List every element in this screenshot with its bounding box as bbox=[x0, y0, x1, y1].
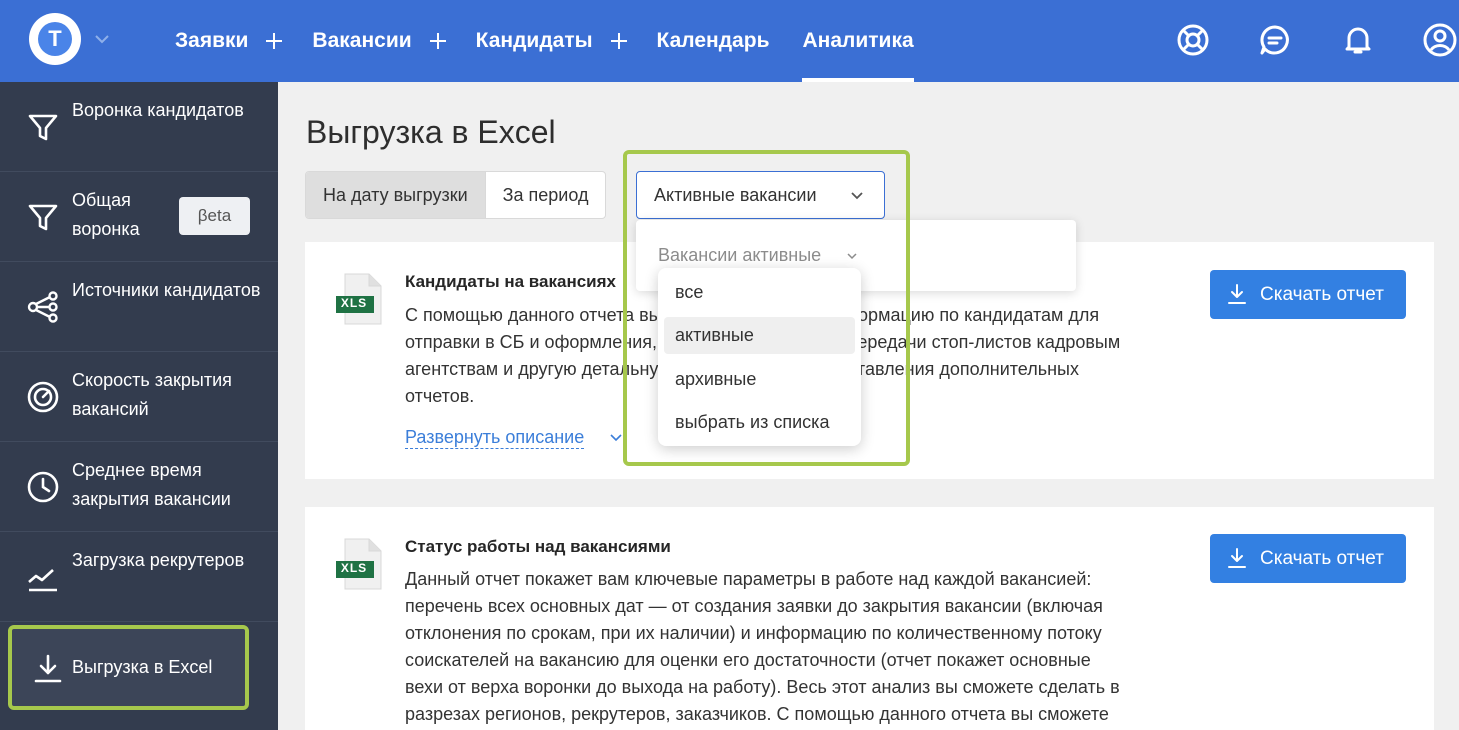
chevron-down-icon[interactable] bbox=[609, 431, 623, 445]
nav-analytics-label: Аналитика bbox=[802, 29, 914, 52]
download-icon bbox=[1228, 284, 1246, 304]
sidebar-item-excel-export[interactable]: Выгрузка в Excel bbox=[8, 625, 249, 710]
nav-requests-label: Заявки bbox=[175, 29, 249, 52]
download-button-label: Скачать отчет bbox=[1260, 283, 1384, 305]
sidebar-item-candidate-funnel[interactable]: Воронка кандидатов bbox=[0, 82, 278, 172]
card-description: Данный отчет покажет вам ключевые параме… bbox=[405, 566, 1195, 728]
app-logo[interactable]: T bbox=[29, 13, 81, 65]
download-icon bbox=[1228, 548, 1246, 568]
download-report-button[interactable]: Скачать отчет bbox=[1210, 534, 1406, 583]
sidebar-item-label: Воронка кандидатов bbox=[72, 100, 244, 120]
page-title: Выгрузка в Excel bbox=[306, 114, 556, 150]
sidebar-item-average-time[interactable]: Среднее время закрытия вакансии bbox=[0, 442, 278, 532]
clock-icon bbox=[27, 471, 59, 503]
menu-item-archived[interactable]: архивные bbox=[664, 361, 855, 398]
beta-badge: βeta bbox=[179, 197, 250, 235]
popover-title[interactable]: Вакансии активные bbox=[658, 245, 821, 266]
nav-analytics[interactable]: Аналитика bbox=[802, 0, 914, 82]
plus-icon[interactable] bbox=[266, 33, 283, 49]
vacancy-status-menu: все активные архивные выбрать из списка bbox=[658, 268, 861, 446]
tab-on-export-date[interactable]: На дату выгрузки bbox=[306, 172, 485, 218]
desc-line: вехи от верха воронки до выхода на работ… bbox=[405, 677, 1120, 697]
expand-description-link[interactable]: Развернуть описание bbox=[405, 426, 585, 449]
report-card-vacancy-status: XLS Статус работы над вакансиями Данный … bbox=[305, 507, 1434, 730]
sidebar-item-label: Среднее время закрытия вакансии bbox=[72, 460, 231, 509]
nav-candidates-label: Кандидаты bbox=[475, 29, 593, 52]
logo-letter: T bbox=[38, 22, 72, 56]
chevron-down-icon[interactable] bbox=[93, 30, 111, 48]
xls-badge: XLS bbox=[340, 561, 368, 575]
top-navbar: T Заявки Вакансии Кандидаты Календарь Ан… bbox=[0, 0, 1459, 82]
xls-badge: XLS bbox=[340, 296, 368, 310]
sidebar-item-label: Источники кандидатов bbox=[72, 280, 261, 300]
card-title: Статус работы над вакансиями bbox=[405, 537, 671, 556]
plus-icon[interactable] bbox=[429, 33, 446, 49]
desc-line: соискателей на вакансию для оценки его д… bbox=[405, 650, 1091, 670]
support-icon[interactable] bbox=[1175, 22, 1211, 58]
tab-for-period[interactable]: За период bbox=[484, 172, 606, 218]
menu-item-active[interactable]: активные bbox=[664, 317, 855, 354]
sidebar-item-label: Скорость закрытия вакансий bbox=[72, 370, 232, 419]
chevron-down-icon bbox=[851, 192, 863, 200]
sidebar-item-candidate-sources[interactable]: Источники кандидатов bbox=[0, 262, 278, 352]
share-nodes-icon bbox=[27, 291, 58, 323]
nav-requests[interactable]: Заявки bbox=[175, 0, 312, 82]
chevron-down-icon[interactable] bbox=[846, 250, 858, 262]
sidebar-item-label: Выгрузка в Excel bbox=[72, 657, 213, 677]
funnel-icon bbox=[28, 204, 58, 231]
main-nav: Заявки Вакансии Кандидаты Календарь Анал… bbox=[175, 0, 914, 82]
sidebar-item-closing-speed[interactable]: Скорость закрытия вакансий bbox=[0, 352, 278, 442]
speedometer-icon bbox=[27, 381, 59, 413]
sidebar-item-label: Загрузка рекрутеров bbox=[72, 550, 245, 570]
funnel-icon bbox=[28, 114, 58, 141]
nav-vacancies-label: Вакансии bbox=[312, 29, 412, 52]
menu-item-choose-from-list[interactable]: выбрать из списка bbox=[664, 404, 855, 441]
bell-icon[interactable] bbox=[1340, 22, 1376, 58]
desc-line: Данный отчет покажет вам ключевые параме… bbox=[405, 569, 1092, 589]
vacancy-filter-value: Активные вакансии bbox=[654, 184, 817, 205]
download-button-label: Скачать отчет bbox=[1260, 547, 1384, 569]
nav-calendar[interactable]: Календарь bbox=[657, 0, 770, 82]
card-title: Кандидаты на вакансиях bbox=[405, 272, 616, 291]
download-report-button[interactable]: Скачать отчет bbox=[1210, 270, 1406, 319]
desc-line: перечень всех основных дат — от создания… bbox=[405, 596, 1103, 616]
sidebar-item-recruiter-load[interactable]: Загрузка рекрутеров bbox=[0, 532, 278, 622]
desc-line: отклонения по срокам, при их наличии) и … bbox=[405, 623, 1102, 643]
nav-vacancies[interactable]: Вакансии bbox=[312, 0, 475, 82]
plus-icon[interactable] bbox=[610, 33, 627, 49]
user-icon[interactable] bbox=[1422, 22, 1458, 58]
trend-line-icon bbox=[28, 569, 57, 592]
menu-item-all[interactable]: все bbox=[664, 274, 855, 311]
desc-line: разрезах регионов, рекрутеров, заказчико… bbox=[405, 704, 1109, 724]
sidebar-item-label: Общая воронка bbox=[72, 190, 140, 239]
vacancy-filter-select[interactable]: Активные вакансии bbox=[636, 171, 885, 219]
nav-candidates[interactable]: Кандидаты bbox=[476, 0, 657, 82]
date-mode-tabs: На дату выгрузки За период bbox=[305, 171, 607, 219]
chat-icon[interactable] bbox=[1257, 22, 1293, 58]
nav-calendar-label: Календарь bbox=[656, 29, 770, 52]
download-icon bbox=[34, 654, 62, 683]
